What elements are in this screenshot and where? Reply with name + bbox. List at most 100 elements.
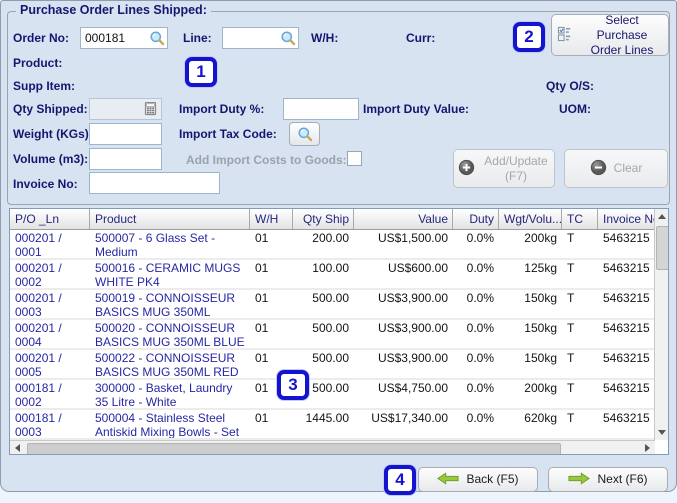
- search-icon: [297, 126, 313, 142]
- column-header-qty_ship[interactable]: Qty Ship: [293, 209, 354, 229]
- add-import-costs-checkbox[interactable]: [347, 151, 362, 166]
- cell-invoice: 5463215: [598, 290, 656, 318]
- chevron-right-icon: [645, 444, 654, 452]
- vertical-scrollbar[interactable]: [654, 209, 668, 440]
- add-update-label: Add/Update (F7): [482, 154, 550, 184]
- clear-button[interactable]: Clear: [564, 149, 668, 188]
- cell-value: US$3,900.00: [354, 350, 453, 378]
- table-row[interactable]: 000201 / 0002500016 - CERAMIC MUGS WHITE…: [10, 260, 656, 290]
- calculator-icon[interactable]: [143, 101, 159, 117]
- table-row[interactable]: 000201 / 0005500022 - CONNOISSEUR BASICS…: [10, 350, 656, 380]
- cell-po_ln: 000201 / 0005: [10, 350, 90, 378]
- volume-input[interactable]: [89, 148, 162, 170]
- product-label: Product:: [13, 56, 62, 70]
- table-row[interactable]: 000201 / 0004500020 - CONNOISSEUR BASICS…: [10, 320, 656, 350]
- cell-duty: 0.0%: [453, 320, 499, 348]
- cell-duty: 0.0%: [453, 380, 499, 408]
- order-no-label: Order No:: [13, 31, 69, 45]
- next-label: Next (F6): [597, 472, 647, 487]
- cell-tc: T: [562, 290, 598, 318]
- arrow-left-icon: [437, 472, 459, 488]
- cell-wgt_volu: 150kg: [499, 320, 562, 348]
- back-button[interactable]: Back (F5): [418, 467, 538, 492]
- annotation-badge-4: 4: [384, 465, 416, 495]
- annotation-badge-3: 3: [277, 370, 309, 400]
- table-header: P/O _LnProductW/HQty ShipValueDutyWgt/Vo…: [10, 209, 656, 230]
- cell-wgt_volu: 200kg: [499, 230, 562, 258]
- table-row[interactable]: 000181 / 0003500004 - Stainless Steel An…: [10, 410, 656, 440]
- cell-product: 500020 - CONNOISSEUR BASICS MUG 350ML BL…: [90, 320, 250, 348]
- qty-shipped-input[interactable]: [89, 98, 162, 120]
- po-lines-table: P/O _LnProductW/HQty ShipValueDutyWgt/Vo…: [9, 208, 669, 455]
- cell-tc: T: [562, 410, 598, 438]
- cell-wgt_volu: 150kg: [499, 350, 562, 378]
- cell-value: US$3,900.00: [354, 320, 453, 348]
- table-row[interactable]: 000201 / 0001500007 - 6 Glass Set - Medi…: [10, 230, 656, 260]
- column-header-wgt_volu[interactable]: Wgt/Volu...: [499, 209, 562, 229]
- scroll-right-button[interactable]: [640, 441, 655, 454]
- cell-duty: 0.0%: [453, 350, 499, 378]
- cell-product: 300000 - Basket, Laundry 35 Litre - Whit…: [90, 380, 250, 408]
- cell-value: US$4,750.00: [354, 380, 453, 408]
- curr-label: Curr:: [406, 31, 435, 45]
- minus-circle-icon: [590, 159, 607, 179]
- cell-po_ln: 000201 / 0002: [10, 260, 90, 288]
- cell-po_ln: 000201 / 0003: [10, 290, 90, 318]
- chevron-up-icon: [658, 210, 666, 219]
- select-purchase-order-lines-button[interactable]: Select Purchase Order Lines: [551, 14, 669, 56]
- cell-product: 500019 - CONNOISSEUR BASICS MUG 350ML BL…: [90, 290, 250, 318]
- cell-wgt_volu: 125kg: [499, 260, 562, 288]
- table-body: 000201 / 0001500007 - 6 Glass Set - Medi…: [10, 230, 656, 440]
- cell-wh: 01: [250, 410, 293, 438]
- scroll-left-button[interactable]: [10, 441, 25, 454]
- cell-po_ln: 000201 / 0001: [10, 230, 90, 258]
- back-label: Back (F5): [466, 472, 518, 487]
- cell-duty: 0.0%: [453, 290, 499, 318]
- weight-label: Weight (KGs):: [13, 127, 93, 141]
- weight-input[interactable]: [89, 123, 162, 145]
- vertical-scroll-thumb[interactable]: [656, 226, 669, 270]
- cell-tc: T: [562, 320, 598, 348]
- invoice-no-label: Invoice No:: [13, 177, 78, 191]
- add-update-button[interactable]: Add/Update (F7): [453, 149, 555, 188]
- invoice-no-input[interactable]: [89, 172, 220, 194]
- table-row[interactable]: 000201 / 0003500019 - CONNOISSEUR BASICS…: [10, 290, 656, 320]
- import-duty-pct-input[interactable]: [283, 98, 359, 120]
- column-header-invoice[interactable]: Invoice No: [598, 209, 656, 229]
- column-header-duty[interactable]: Duty: [453, 209, 499, 229]
- qty-shipped-label: Qty Shipped:: [13, 102, 88, 116]
- scroll-up-button[interactable]: [655, 209, 668, 224]
- line-label: Line:: [183, 31, 212, 45]
- annotation-badge-2: 2: [513, 22, 545, 52]
- order-no-input[interactable]: 000181: [80, 27, 168, 49]
- cell-wh: 01: [250, 230, 293, 258]
- groupbox-title: Purchase Order Lines Shipped:: [16, 3, 211, 17]
- search-icon[interactable]: [280, 30, 296, 46]
- horizontal-scrollbar[interactable]: [10, 440, 655, 454]
- horizontal-scroll-thumb[interactable]: [27, 443, 561, 455]
- next-button[interactable]: Next (F6): [548, 467, 668, 492]
- cell-po_ln: 000181 / 0002: [10, 380, 90, 408]
- search-icon[interactable]: [149, 30, 165, 46]
- import-tax-code-lookup-button[interactable]: [289, 122, 320, 146]
- column-header-value[interactable]: Value: [354, 209, 453, 229]
- column-header-wh[interactable]: W/H: [250, 209, 293, 229]
- cell-invoice: 5463215: [598, 230, 656, 258]
- column-header-po_ln[interactable]: P/O _Ln: [10, 209, 90, 229]
- scroll-down-button[interactable]: [655, 425, 668, 440]
- select-purchase-order-lines-label: Select Purchase Order Lines: [581, 13, 663, 58]
- column-header-tc[interactable]: TC: [562, 209, 598, 229]
- cell-value: US$3,900.00: [354, 290, 453, 318]
- cell-tc: T: [562, 380, 598, 408]
- cell-product: 500016 - CERAMIC MUGS WHITE PK4: [90, 260, 250, 288]
- qty-os-label: Qty O/S:: [546, 79, 594, 93]
- column-header-product[interactable]: Product: [90, 209, 250, 229]
- cell-invoice: 5463215: [598, 320, 656, 348]
- line-input[interactable]: [222, 27, 299, 49]
- cell-wh: 01: [250, 260, 293, 288]
- cell-invoice: 5463215: [598, 350, 656, 378]
- cell-wgt_volu: 150kg: [499, 290, 562, 318]
- cell-invoice: 5463215: [598, 380, 656, 408]
- table-row[interactable]: 000181 / 0002300000 - Basket, Laundry 35…: [10, 380, 656, 410]
- cell-qty_ship: 200.00: [293, 230, 354, 258]
